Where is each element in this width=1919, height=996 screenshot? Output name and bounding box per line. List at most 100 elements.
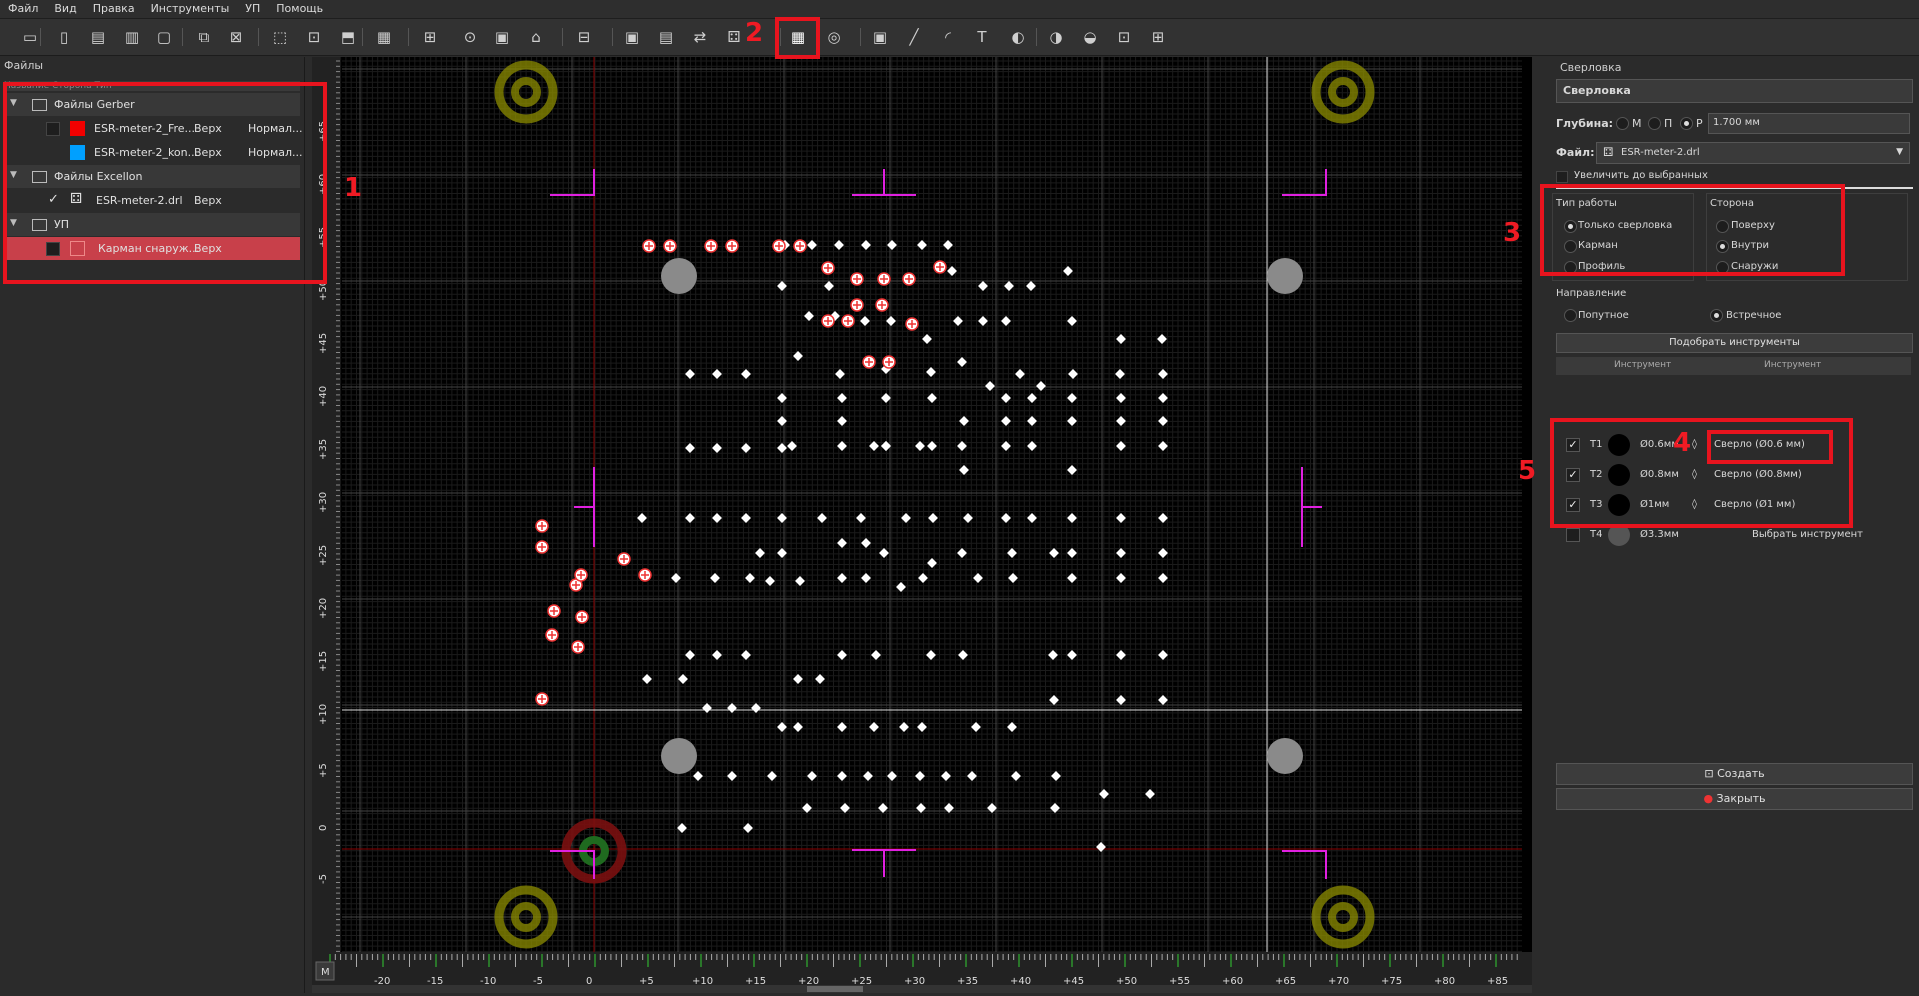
line-icon[interactable]: ◜	[936, 25, 960, 49]
grid-icon[interactable]: ⊞	[418, 25, 442, 49]
menu-item[interactable]: Правка	[85, 0, 143, 15]
diff-icon[interactable]: ◒	[1078, 25, 1102, 49]
drill-hole	[1158, 573, 1168, 583]
annotation-box-files	[3, 82, 327, 284]
drill-hole	[1067, 548, 1077, 558]
annotation-number: 5	[1518, 456, 1537, 486]
drill-hole	[765, 576, 775, 586]
ruler-y-label: -5	[318, 874, 329, 884]
drill-hole	[755, 548, 765, 558]
drill-hole	[712, 650, 722, 660]
drill-hole	[1004, 281, 1014, 291]
zoom-icon[interactable]: ⊡	[302, 25, 326, 49]
new-icon[interactable]: ▭	[18, 25, 42, 49]
menu-item[interactable]: Файл	[0, 0, 46, 15]
fit-icon[interactable]: ⬚	[268, 25, 292, 49]
toolbar-separator	[258, 28, 259, 46]
group-icon[interactable]: ⊞	[1146, 25, 1170, 49]
menu-item[interactable]: Инструменты	[143, 0, 238, 15]
drill-hole	[685, 650, 695, 660]
horizontal-scrollbar[interactable]	[312, 985, 1532, 993]
create-label: Создать	[1717, 767, 1765, 780]
pick-tools-button[interactable]: Подобрать инструменты	[1556, 333, 1913, 353]
rect-icon[interactable]: ╱	[902, 25, 926, 49]
fiducial-center	[1328, 77, 1358, 107]
drill-profile-icon[interactable]: ⇄	[688, 25, 712, 49]
drill-hole	[1116, 650, 1126, 660]
drill-hole	[863, 771, 873, 781]
depth-radio-m[interactable]	[1616, 117, 1629, 130]
drill-hole	[1015, 369, 1025, 379]
file-select[interactable]: ⚃ ESR-meter-2.drl ▼	[1596, 142, 1910, 164]
text-icon[interactable]: ◐	[1006, 25, 1030, 49]
drill-hole	[1158, 548, 1168, 558]
run-icon[interactable]: ⊙	[458, 25, 482, 49]
annotation-number: 4	[1673, 428, 1692, 458]
depth-opt-p: П	[1664, 117, 1673, 130]
files-panel-title: Файлы	[4, 59, 44, 72]
select-icon[interactable]: ⬒	[336, 25, 360, 49]
drill-hole	[887, 771, 897, 781]
path-icon[interactable]: ⚃	[722, 25, 746, 49]
toolbar-separator	[362, 28, 363, 46]
operation-name-field[interactable]: Сверловка	[1556, 79, 1913, 103]
drill-hole	[685, 443, 695, 453]
depth-radio-r[interactable]	[1680, 117, 1693, 130]
save-icon[interactable]: ▤	[86, 25, 110, 49]
delete-icon[interactable]: ⊠	[224, 25, 248, 49]
save-as-icon[interactable]: ▥	[120, 25, 144, 49]
gcode-icon[interactable]: ▣	[490, 25, 514, 49]
drill-hole	[1157, 334, 1167, 344]
close-button[interactable]: ● Закрыть	[1556, 788, 1913, 810]
drill-hole	[1116, 416, 1126, 426]
drill-hole	[727, 771, 737, 781]
toolbar-separator	[40, 28, 41, 46]
direction-radio-conventional[interactable]	[1710, 309, 1723, 322]
arc-icon[interactable]: T	[970, 25, 994, 49]
intersect-icon[interactable]: ⊡	[1112, 25, 1136, 49]
union-icon[interactable]: ◑	[1044, 25, 1068, 49]
home-icon[interactable]: ⊟	[572, 25, 596, 49]
drill-hole	[879, 548, 889, 558]
file-label: Файл:	[1556, 146, 1595, 159]
ruler-y-label: +45	[318, 333, 329, 354]
layers-icon[interactable]: ▦	[372, 25, 396, 49]
direction-radio-climb[interactable]	[1564, 309, 1577, 322]
mount-hole	[661, 258, 697, 294]
board-icon[interactable]: ⌂	[524, 25, 548, 49]
drill-hole	[1116, 573, 1126, 583]
menu-item[interactable]: УП	[237, 0, 268, 15]
chevron-down-icon[interactable]: ▼	[1896, 147, 1903, 157]
drill-hole	[1115, 369, 1125, 379]
drill-hole	[1067, 650, 1077, 660]
mirror-icon[interactable]: ▤	[654, 25, 678, 49]
drill-hole	[928, 513, 938, 523]
annotation-number: 3	[1503, 218, 1522, 248]
pocket-icon[interactable]: ◎	[822, 25, 846, 49]
board-view[interactable]: +65+60+55+50+45+40+35+30+25+20+15+10+50-…	[312, 57, 1532, 993]
create-button[interactable]: ⊡ Создать	[1556, 763, 1913, 785]
board-outline-mark	[1282, 850, 1327, 879]
annotation-number: 1	[344, 173, 363, 203]
circle-icon[interactable]: ▣	[868, 25, 892, 49]
ruler-y-label: +40	[318, 386, 329, 407]
drill-hole	[817, 513, 827, 523]
close-file-icon[interactable]: ▢	[152, 25, 176, 49]
ruler-y-label: +5	[318, 763, 329, 778]
board-outline-icon[interactable]: ▣	[620, 25, 644, 49]
board-canvas[interactable]: +65 +60 +55 +50 +45 +40 +35 +30 +25 +20 +15 +10 +5 0-…	[312, 57, 1532, 993]
operation-name-value: Сверловка	[1563, 84, 1631, 97]
horizontal-scroll-thumb[interactable]	[807, 986, 863, 992]
menu-item[interactable]: Помощь	[268, 0, 331, 15]
depth-input[interactable]: 1.700 мм	[1708, 113, 1910, 134]
depth-radio-p[interactable]	[1648, 117, 1661, 130]
toolbar-separator	[860, 28, 861, 46]
increase-label: Увеличить до выбранных	[1574, 170, 1708, 181]
drill-hole	[953, 316, 963, 326]
menu-item[interactable]: Вид	[46, 0, 84, 15]
open-icon[interactable]: ▯	[52, 25, 76, 49]
tool-checkbox[interactable]	[1566, 528, 1580, 542]
copy-icon[interactable]: ⧉	[192, 25, 216, 49]
increase-checkbox[interactable]	[1556, 171, 1568, 183]
annotation-box-tools	[1550, 418, 1853, 528]
